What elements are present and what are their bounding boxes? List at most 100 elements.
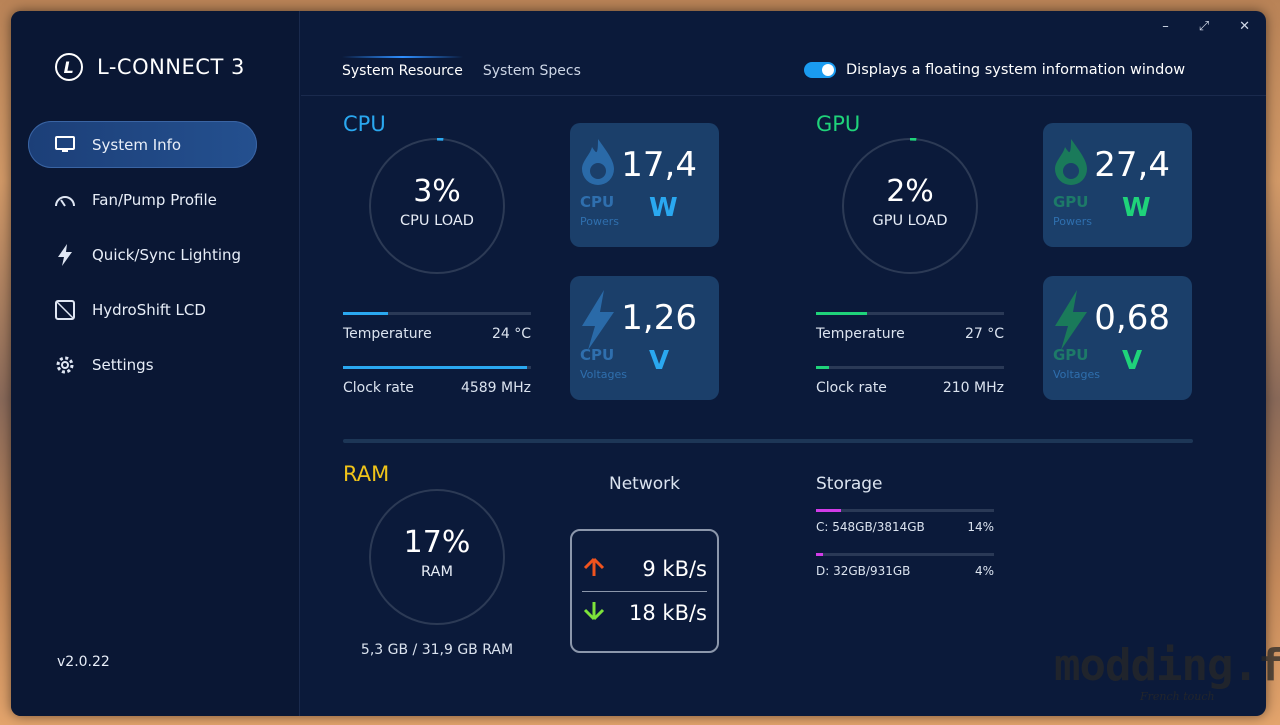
cpu-temperature-stat: Temperature 24 °C xyxy=(343,312,531,342)
cpu-clock-value: 4589 MHz xyxy=(460,380,531,396)
maximize-icon[interactable]: ⤢ xyxy=(1199,19,1209,34)
drive-percent: 14% xyxy=(967,520,994,534)
tab-system-resource[interactable]: System Resource xyxy=(342,56,463,83)
lightning-icon xyxy=(582,290,614,350)
sidebar-item-label: Fan/Pump Profile xyxy=(92,190,217,209)
flame-icon xyxy=(1055,139,1087,185)
gpu-temperature-value: 27 °C xyxy=(964,326,1004,342)
cpu-power-sub: Powers xyxy=(580,215,619,228)
sidebar-item-system-info[interactable]: System Info xyxy=(28,121,257,168)
network-upload-value: 9 kB/s xyxy=(642,557,707,581)
sidebar-item-hydroshift-lcd[interactable]: HydroShift LCD xyxy=(28,286,257,333)
cpu-voltage-card: 1,26 CPU Voltages V xyxy=(570,276,719,400)
sidebar-item-settings[interactable]: Settings xyxy=(28,341,257,388)
gpu-power-sub: Powers xyxy=(1053,215,1092,228)
sidebar-nav: System Info Fan/Pump Profile Quick/Sync … xyxy=(28,121,257,396)
sidebar-item-fan-pump-profile[interactable]: Fan/Pump Profile xyxy=(28,176,257,223)
gpu-power-unit: W xyxy=(1122,193,1151,223)
gpu-clock-stat: Clock rate 210 MHz xyxy=(816,366,1004,396)
network-divider xyxy=(582,591,707,592)
download-arrow-icon xyxy=(582,601,606,626)
gpu-power-card: 27,4 GPU Powers W xyxy=(1043,123,1192,247)
lightning-icon xyxy=(54,243,76,266)
cpu-load-ring: 3% CPU LOAD xyxy=(369,138,505,274)
close-icon[interactable]: ✕ xyxy=(1239,19,1250,34)
cpu-load-arc xyxy=(369,138,505,274)
ram-load-arc xyxy=(369,489,505,625)
cpu-power-card: 17,4 CPU Powers W xyxy=(570,123,719,247)
lianli-logo-icon: L xyxy=(55,53,83,81)
gpu-voltage-value: 0,68 xyxy=(1094,298,1170,338)
gpu-voltage-sub: Voltages xyxy=(1053,368,1100,381)
gpu-temperature-bar xyxy=(816,312,1004,315)
network-download-value: 18 kB/s xyxy=(629,601,707,625)
sidebar-item-quick-sync-lighting[interactable]: Quick/Sync Lighting xyxy=(28,231,257,278)
floating-window-setting: Displays a floating system information w… xyxy=(804,62,1185,78)
window-controls: – ⤢ ✕ xyxy=(1162,19,1250,34)
minimize-icon[interactable]: – xyxy=(1162,19,1169,34)
app-logo: L L-CONNECT 3 xyxy=(55,53,245,81)
gpu-title: GPU xyxy=(816,112,861,136)
main-content: – ⤢ ✕ System Resource System Specs Displ… xyxy=(301,11,1266,716)
cpu-temperature-bar xyxy=(343,312,531,315)
cpu-power-unit: W xyxy=(649,193,678,223)
gpu-power-value: 27,4 xyxy=(1094,145,1170,185)
drive-usage-fill xyxy=(816,553,824,556)
sidebar: L L-CONNECT 3 System Info Fan/Pump Profi… xyxy=(11,11,300,716)
floating-window-toggle[interactable] xyxy=(804,62,836,78)
watermark-logo: modding.fr xyxy=(1054,640,1280,691)
gpu-voltage-unit: V xyxy=(1122,346,1143,376)
drive-label: D: 32GB/931GB xyxy=(816,564,911,578)
cpu-temperature-label: Temperature xyxy=(343,326,432,342)
cpu-temperature-value: 24 °C xyxy=(491,326,531,342)
storage-drive-c: C: 548GB/3814GB 14% xyxy=(816,509,994,534)
cpu-temperature-fill xyxy=(343,312,389,315)
gpu-temperature-label: Temperature xyxy=(816,326,905,342)
cpu-voltage-sub: Voltages xyxy=(580,368,627,381)
ram-title: RAM xyxy=(343,462,390,486)
upload-arrow-icon xyxy=(582,557,606,582)
flame-icon xyxy=(582,139,614,185)
gpu-temperature-fill xyxy=(816,312,867,315)
drive-percent: 4% xyxy=(974,564,994,578)
drive-usage-bar xyxy=(816,553,994,556)
drive-usage-bar xyxy=(816,509,994,512)
monitor-icon xyxy=(54,135,76,154)
gpu-voltage-kind: GPU xyxy=(1053,346,1089,364)
tab-system-specs[interactable]: System Specs xyxy=(483,63,581,83)
cpu-power-value: 17,4 xyxy=(621,145,697,185)
tab-bar: System Resource System Specs xyxy=(342,56,581,83)
network-box: 9 kB/s 18 kB/s xyxy=(570,529,719,653)
drive-label: C: 548GB/3814GB xyxy=(816,520,925,534)
app-version: v2.0.22 xyxy=(57,654,110,670)
gpu-clock-value: 210 MHz xyxy=(942,380,1004,396)
gpu-temperature-stat: Temperature 27 °C xyxy=(816,312,1004,342)
app-title: L-CONNECT 3 xyxy=(97,55,245,79)
sidebar-item-label: Settings xyxy=(92,355,154,374)
gpu-clock-label: Clock rate xyxy=(816,380,887,396)
network-title: Network xyxy=(609,474,680,494)
network-download-row: 18 kB/s xyxy=(582,593,707,633)
cpu-clock-fill xyxy=(343,366,528,369)
app-window: L L-CONNECT 3 System Info Fan/Pump Profi… xyxy=(11,11,1266,716)
gear-icon xyxy=(54,355,76,375)
cpu-clock-label: Clock rate xyxy=(343,380,414,396)
ram-load-ring: 17% RAM xyxy=(369,489,505,625)
storage-title: Storage xyxy=(816,474,883,494)
gpu-power-kind: GPU xyxy=(1053,193,1089,211)
gpu-load-ring: 2% GPU LOAD xyxy=(842,138,978,274)
header-divider xyxy=(301,95,1266,96)
gpu-load-arc xyxy=(842,138,978,274)
cpu-title: CPU xyxy=(343,112,386,136)
drive-usage-fill xyxy=(816,509,841,512)
cpu-clock-stat: Clock rate 4589 MHz xyxy=(343,366,531,396)
lightning-icon xyxy=(1055,290,1087,350)
cpu-voltage-value: 1,26 xyxy=(621,298,697,338)
gpu-clock-fill xyxy=(816,366,830,369)
cpu-clock-bar xyxy=(343,366,531,369)
lcd-icon xyxy=(54,299,76,320)
gauge-icon xyxy=(54,192,76,208)
watermark-tagline: French touch xyxy=(1140,690,1215,703)
floating-window-label: Displays a floating system information w… xyxy=(846,62,1186,78)
sidebar-item-label: System Info xyxy=(92,135,182,154)
